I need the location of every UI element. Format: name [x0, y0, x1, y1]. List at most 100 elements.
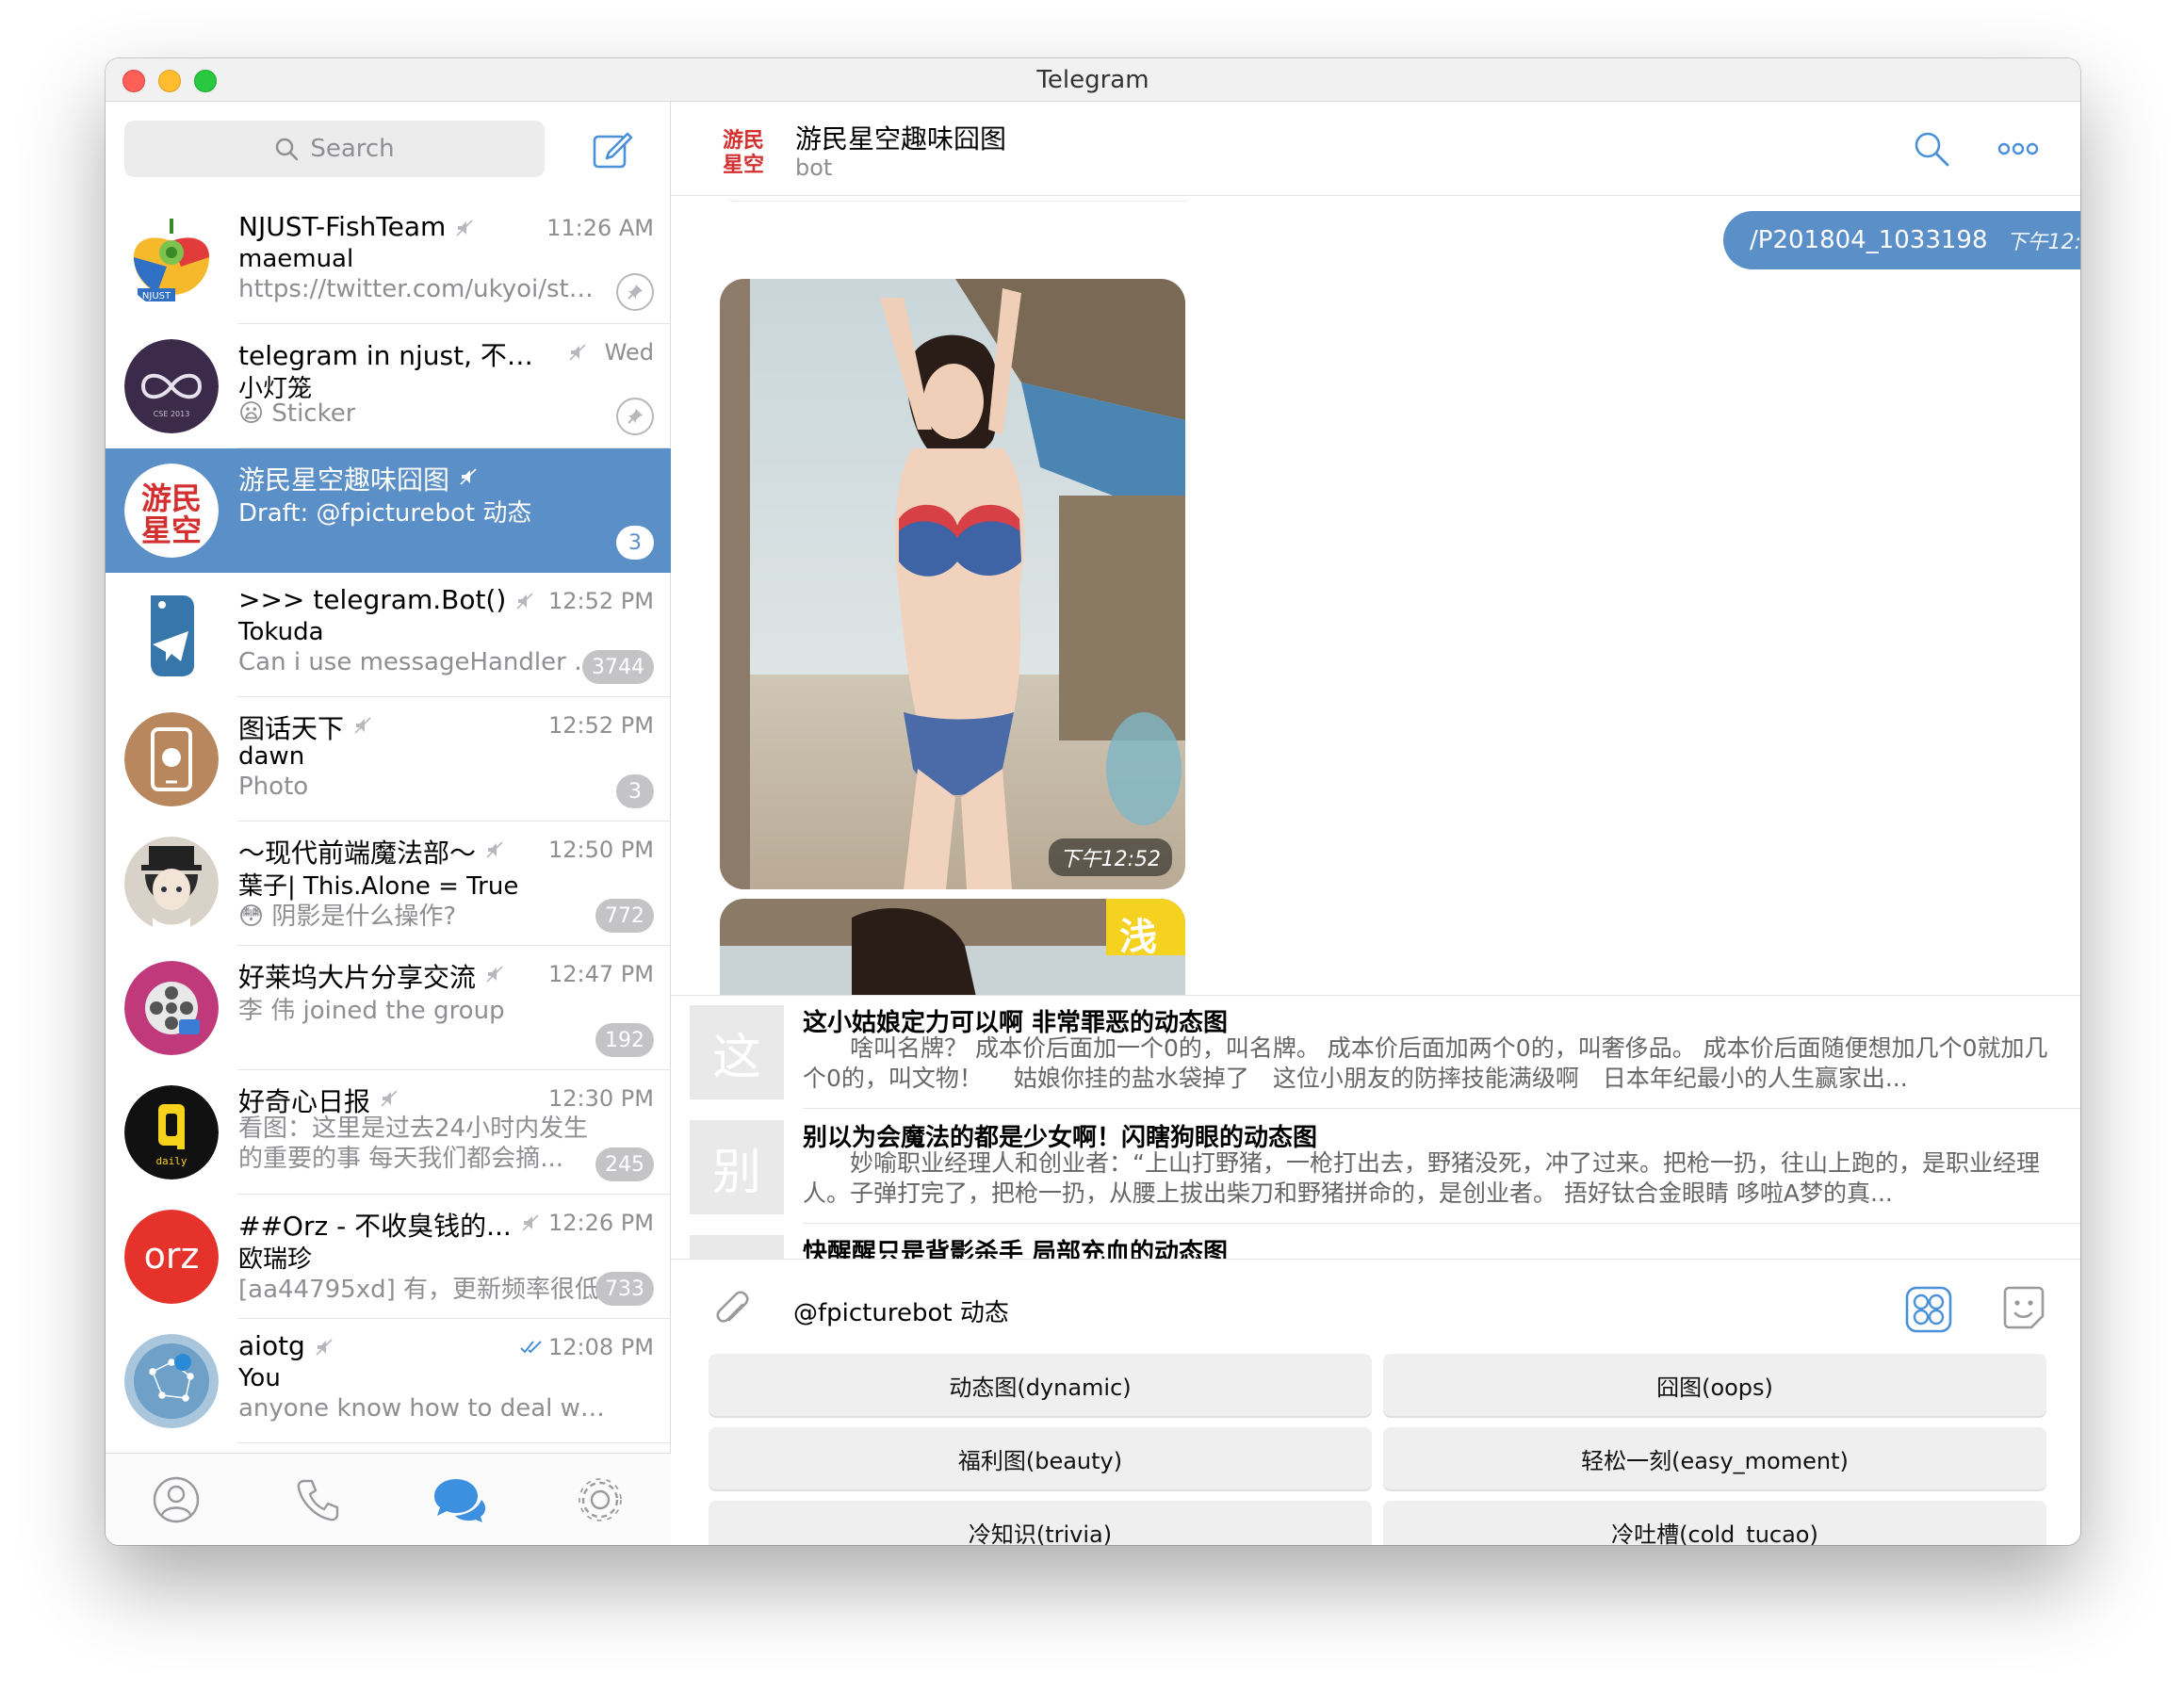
- chat-list-item[interactable]: ～现代前端魔法部～ 12:50 PM 葉子| This.Alone = True 😳 …: [106, 822, 671, 946]
- chat-list-item[interactable]: 好莱坞大片分享交流 12:47 PM 李 伟 joined the group 192: [106, 946, 671, 1070]
- chat-list-item[interactable]: orz ##Orz - 不收臭钱的... 12:26 PM 欧瑞珍 [aa44795xd…: [106, 1195, 671, 1319]
- conversation-pane: 游民 星空 游民星空趣味囧图 bot /P201804_1033198 下午12:…: [671, 102, 2080, 1545]
- inline-result-item[interactable]: 快快醒醒只是背影杀手 局部充血的动态图: [671, 1226, 2080, 1259]
- photo-message-2[interactable]: 浅: [720, 899, 1185, 1010]
- contacts-tab[interactable]: [148, 1472, 204, 1528]
- search-icon: [276, 138, 299, 161]
- message-input[interactable]: @fpicturebot 动态: [793, 1293, 1009, 1328]
- chat-list-item[interactable]: >>> telegram.Bot() 12:52 PM Tokuda Can i us…: [106, 573, 671, 697]
- chat-preview: 😦 Sticker: [238, 399, 355, 428]
- chat-list-item[interactable]: NJUST NJUST-FishTeam 11:26 AM maemual https:…: [106, 200, 671, 324]
- chat-title[interactable]: 游民星空趣味囧图: [795, 119, 1006, 156]
- unread-count-badge: 3: [616, 774, 654, 808]
- chat-preview-text: Photo: [238, 773, 309, 801]
- muted-icon: [485, 840, 504, 859]
- unread-count-badge: 3744: [582, 650, 654, 684]
- search-input[interactable]: Search: [124, 121, 545, 177]
- unread-count-badge: 192: [595, 1023, 654, 1057]
- chat-name: aiotg: [238, 1330, 305, 1361]
- emoji-icon: 😳: [238, 903, 272, 931]
- chat-time: 12:30 PM: [548, 1085, 654, 1112]
- muted-icon: [455, 219, 474, 237]
- bot-keyboard-button[interactable]: 囧图(oops): [1383, 1354, 2046, 1416]
- svg-text:CSE 2013: CSE 2013: [154, 410, 190, 418]
- chats-icon: [434, 1478, 485, 1522]
- attach-icon[interactable]: [709, 1282, 754, 1327]
- close-window-button[interactable]: [122, 70, 145, 92]
- chat-list-item[interactable]: 游民 星空 游民星空趣味囧图 Draft: @fpicturebot 动态 3: [106, 448, 671, 573]
- window-title: Telegram: [1036, 65, 1149, 94]
- chat-preview-text: Draft: @fpicturebot 动态: [238, 499, 532, 528]
- chat-subtitle: bot: [795, 155, 833, 181]
- more-options-icon[interactable]: [1997, 138, 2039, 160]
- chat-name: NJUST-FishTeam: [238, 211, 447, 242]
- chat-time: 12:26 PM: [548, 1210, 654, 1236]
- photo-image: [720, 279, 1185, 889]
- chat-list-item[interactable]: 图话天下 12:52 PM dawn Photo 3: [106, 697, 671, 822]
- chat-list-item[interactable]: aiotg 12:08 PM You anyone know how to deal …: [106, 1319, 671, 1443]
- message-text: /P201804_1033198: [1750, 226, 1988, 254]
- chat-time: 12:50 PM: [548, 837, 654, 863]
- svg-text:NJUST: NJUST: [142, 291, 171, 301]
- calls-icon: [297, 1479, 339, 1521]
- message-area[interactable]: /P201804_1033198 下午12:52: [671, 196, 2080, 1010]
- chat-time: 11:26 AM: [546, 215, 654, 241]
- photo-image-2: [720, 899, 1185, 1010]
- photo-message[interactable]: 下午12:52: [720, 279, 1185, 889]
- bot-keyboard-icon[interactable]: [1905, 1286, 1952, 1333]
- chat-sender: You: [238, 1364, 281, 1392]
- qdaily-logo-avatar: daily: [124, 1085, 219, 1180]
- unread-count-badge: 245: [595, 1147, 654, 1181]
- compose-icon[interactable]: [592, 128, 633, 170]
- chat-preview: 李 伟 joined the group: [238, 991, 505, 1026]
- chat-name: ##Orz - 不收臭钱的...: [238, 1211, 512, 1242]
- pin-icon: [616, 273, 654, 311]
- settings-tab[interactable]: [572, 1472, 628, 1528]
- chat-preview: Photo: [238, 773, 308, 801]
- maximize-window-button[interactable]: [194, 70, 217, 92]
- muted-icon: [515, 592, 534, 610]
- outgoing-message[interactable]: /P201804_1033198 下午12:52: [1723, 211, 2080, 269]
- read-checkmarks-icon: [520, 1334, 548, 1360]
- bot-keyboard-button[interactable]: 轻松一刻(easy_moment): [1383, 1427, 2046, 1489]
- window-controls: [122, 70, 217, 92]
- bottom-tab-bar: [106, 1453, 671, 1545]
- chat-sender: maemual: [238, 245, 354, 273]
- chat-preview-text: 李 伟 joined the group: [238, 997, 505, 1025]
- chat-name: 好莱坞大片分享交流: [238, 962, 477, 993]
- inline-result-item[interactable]: 别别以为会魔法的都是少女啊！闪瞎狗眼的动态图 妙喻职业经理人和创业者：“上山打野…: [671, 1111, 2080, 1224]
- bot-keyboard-button[interactable]: 福利图(beauty): [709, 1427, 1372, 1489]
- search-icon[interactable]: [1913, 130, 1950, 168]
- inline-result-item[interactable]: 这这小姑娘定力可以啊 非常罪恶的动态图 啥叫名牌？ 成本价后面加一个0的，叫名牌…: [671, 996, 2080, 1109]
- bot-keyboard-button[interactable]: 动态图(dynamic): [709, 1354, 1372, 1416]
- calls-tab[interactable]: [289, 1472, 346, 1528]
- chat-preview: anyone know how to deal with thi...: [238, 1394, 606, 1423]
- minimize-window-button[interactable]: [158, 70, 181, 92]
- muted-icon: [353, 716, 372, 735]
- photo-caption-badge: 浅: [1119, 916, 1157, 959]
- chat-avatar[interactable]: 游民 星空: [718, 124, 769, 177]
- chat-list: NJUST NJUST-FishTeam 11:26 AM maemual https:…: [106, 200, 671, 1443]
- gamersky-logo-avatar: 游民 星空: [124, 464, 219, 558]
- chat-time: 12:47 PM: [548, 961, 654, 987]
- bot-keyboard-button[interactable]: 冷吐槽(cold_tucao): [1383, 1501, 2046, 1545]
- chats-tab[interactable]: [431, 1472, 487, 1528]
- chat-time: 12:52 PM: [548, 588, 654, 614]
- chat-preview: 看图：这里是过去24小时内发生的重要的事 每天我们都会摘...: [238, 1114, 596, 1174]
- unread-count-badge: 733: [595, 1272, 654, 1306]
- inline-result-title: 快醒醒只是背影杀手 局部充血的动态图: [803, 1239, 1229, 1259]
- chat-preview-text: Sticker: [271, 399, 356, 428]
- chat-list-item[interactable]: CSE 2013 telegram in njust, 不抛弃... Wed 小灯笼 😦…: [106, 324, 671, 448]
- chat-sender: dawn: [238, 742, 305, 771]
- sticker-icon[interactable]: [1999, 1284, 2048, 1333]
- chat-list-item[interactable]: daily 好奇心日报 12:30 PM 看图：这里是过去24小时内发生的重要的事 每…: [106, 1070, 671, 1195]
- inline-result-thumbnail: 别: [690, 1120, 784, 1214]
- chat-time: 12:08 PM: [520, 1334, 654, 1360]
- divider: [803, 1108, 2080, 1109]
- chat-sender: Tokuda: [238, 618, 324, 646]
- chat-preview: 😳 阴影是什么操作?: [238, 897, 456, 932]
- bot-keyboard-button[interactable]: 冷知识(trivia): [709, 1501, 1372, 1545]
- chat-name: >>> telegram.Bot(): [238, 584, 507, 615]
- svg-text:orz: orz: [144, 1235, 200, 1277]
- muted-icon: [485, 965, 504, 984]
